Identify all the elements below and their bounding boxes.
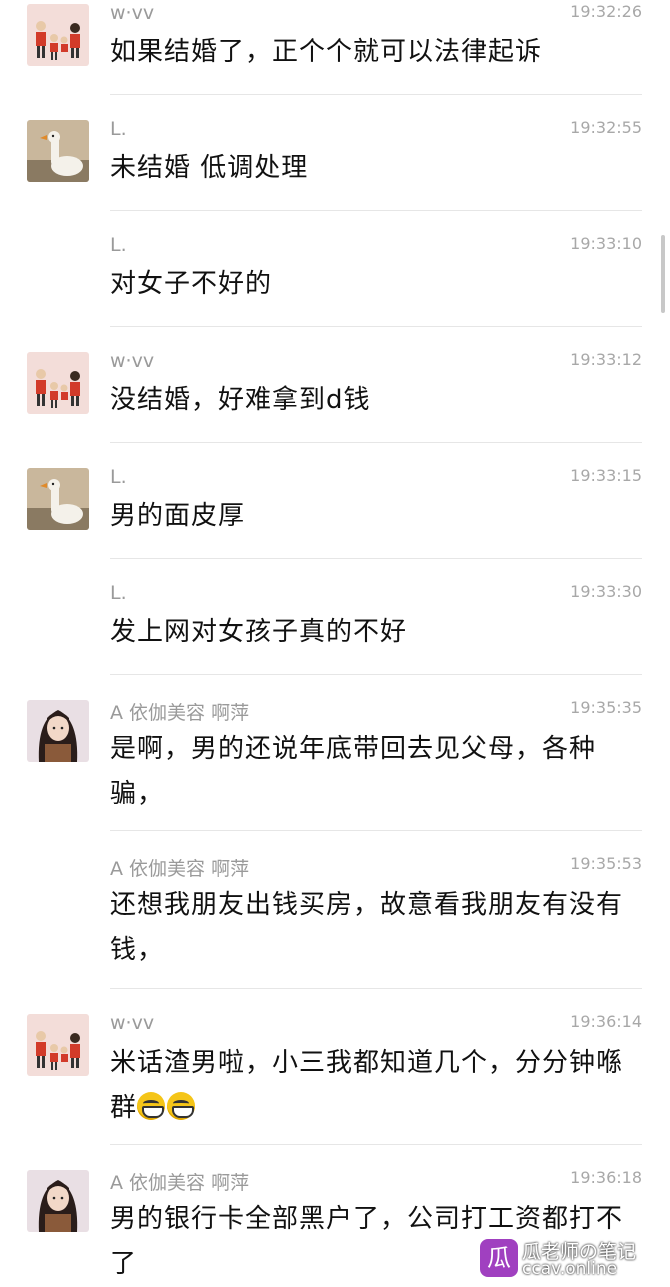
message-text[interactable]: 未结婚 低调处理 — [110, 146, 640, 191]
message-text[interactable]: 没结婚，好难拿到d钱 — [110, 378, 640, 423]
sender-name: w·vv — [110, 2, 155, 24]
divider — [110, 988, 642, 989]
message-time: 19:36:18 — [570, 1168, 642, 1187]
divider — [110, 674, 642, 675]
message-time: 19:33:15 — [570, 466, 642, 485]
divider — [110, 442, 642, 443]
sender-name: L. — [110, 118, 127, 140]
watermark-logo-icon: 瓜 — [480, 1239, 518, 1277]
message-text[interactable]: 米话渣男啦，小三我都知道几个，分分钟喺群 — [110, 1041, 640, 1131]
watermark: 瓜 瓜老师の笔记 ccav.online — [480, 1237, 670, 1280]
sender-name: L. — [110, 466, 127, 488]
grin-emoji — [167, 1092, 196, 1120]
sender-name: A 依伽美容 啊萍 — [110, 702, 250, 724]
scrollbar[interactable] — [661, 235, 665, 313]
goose-avatar[interactable] — [27, 468, 89, 530]
sender-name: w·vv — [110, 1012, 155, 1034]
watermark-url: ccav.online — [522, 1259, 618, 1279]
message-time: 19:33:12 — [570, 350, 642, 369]
message-time: 19:35:53 — [570, 854, 642, 873]
message-text[interactable]: 发上网对女孩子真的不好 — [110, 610, 640, 655]
goose-avatar[interactable] — [27, 120, 89, 182]
divider — [110, 558, 642, 559]
divider — [110, 94, 642, 95]
family-avatar[interactable] — [27, 4, 89, 66]
family-avatar[interactable] — [27, 1014, 89, 1076]
sender-name: A 依伽美容 啊萍 — [110, 1172, 250, 1194]
sender-name: w·vv — [110, 350, 155, 372]
divider — [110, 210, 642, 211]
divider — [110, 326, 642, 327]
message-time: 19:32:26 — [570, 2, 642, 21]
sender-name: L. — [110, 234, 127, 256]
message-text[interactable]: 是啊，男的还说年底带回去见父母，各种骗， — [110, 727, 640, 817]
sender-name: L. — [110, 582, 127, 604]
message-time: 19:32:55 — [570, 118, 642, 137]
message-time: 19:35:35 — [570, 698, 642, 717]
divider — [110, 1144, 642, 1145]
message-time: 19:33:10 — [570, 234, 642, 253]
family-avatar[interactable] — [27, 352, 89, 414]
message-text[interactable]: 还想我朋友出钱买房，故意看我朋友有没有钱， — [110, 883, 640, 973]
message-text[interactable]: 如果结婚了，正个个就可以法律起诉 — [110, 30, 640, 75]
message-text[interactable]: 男的面皮厚 — [110, 494, 640, 539]
divider — [110, 830, 642, 831]
sender-name: A 依伽美容 啊萍 — [110, 858, 250, 880]
message-time: 19:36:14 — [570, 1012, 642, 1031]
girl-avatar[interactable] — [27, 700, 89, 762]
girl-avatar[interactable] — [27, 1170, 89, 1232]
message-time: 19:33:30 — [570, 582, 642, 601]
message-text[interactable]: 对女子不好的 — [110, 262, 640, 307]
grin-emoji — [137, 1092, 166, 1120]
